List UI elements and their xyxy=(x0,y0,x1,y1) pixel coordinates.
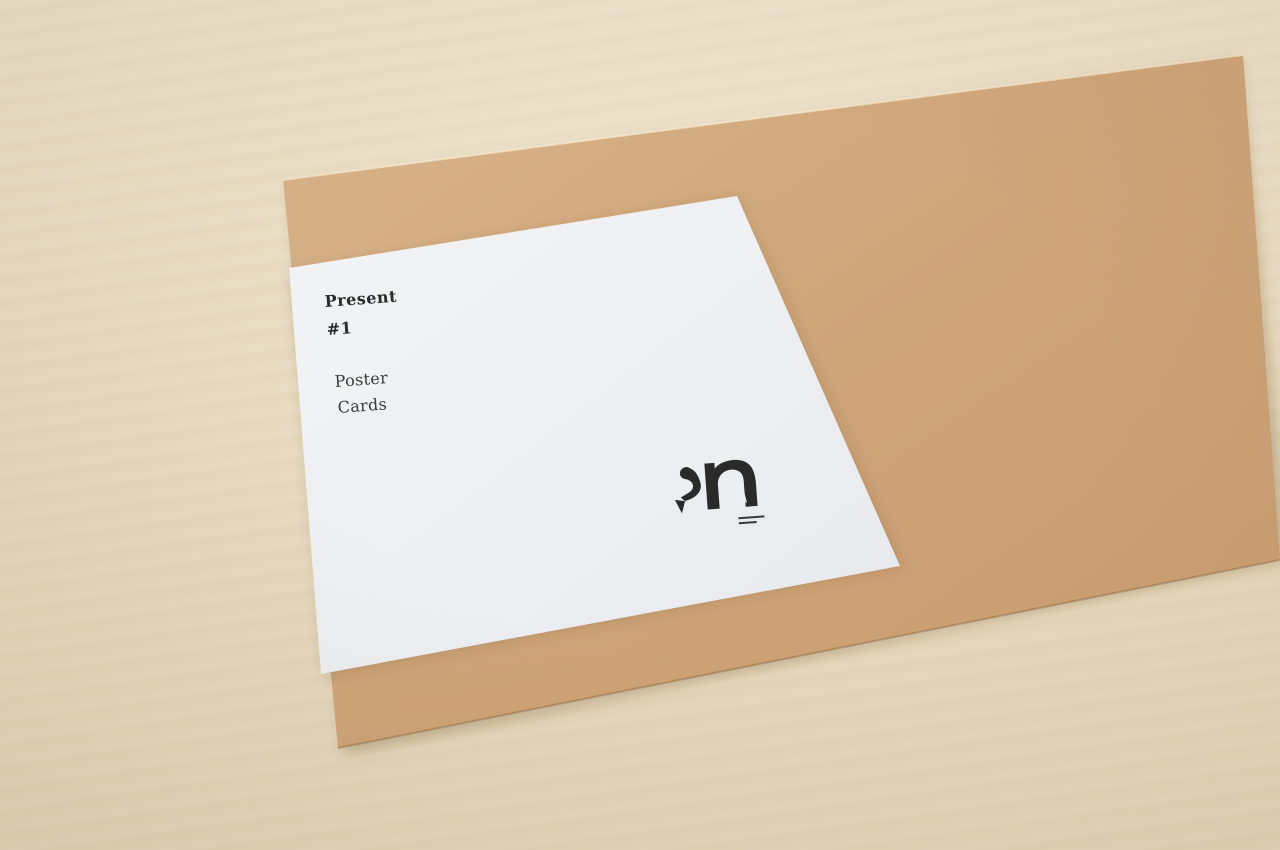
label-subtitle-line-2: Cards xyxy=(337,394,388,417)
label-title-line-2: #1 xyxy=(326,318,353,339)
envelope-graphic xyxy=(282,54,1280,755)
label-subtitle-line-1: Poster xyxy=(334,368,389,391)
photo-scene: Present #1 Poster Cards xyxy=(0,0,1280,850)
